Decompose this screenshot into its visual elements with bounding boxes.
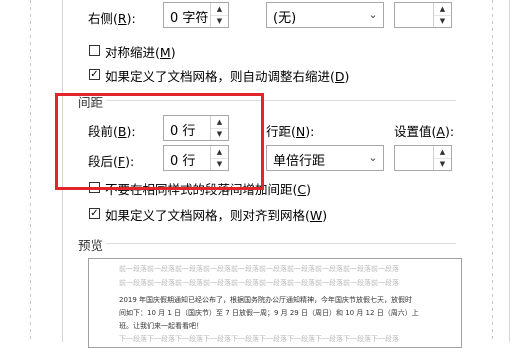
- document-background-left: [0, 0, 62, 340]
- spin-down-icon[interactable]: ▼: [434, 158, 451, 170]
- right-indent-spinner[interactable]: 0 字符 ▲ ▼: [163, 2, 229, 28]
- preview-section-title: 预览: [78, 238, 104, 253]
- line-spacing-label: 行距(N):: [266, 124, 315, 139]
- auto-adjust-checkbox[interactable]: ✓: [89, 69, 100, 80]
- at-label: 设置值(A):: [394, 124, 455, 139]
- snap-to-grid-checkbox[interactable]: ✓: [89, 208, 100, 219]
- preview-body-line: 2019 年国庆假期通知已经公布了，根据国务院办公厅通知精神，今年国庆节放假七天…: [119, 296, 413, 304]
- right-indent-value[interactable]: 0 字符: [170, 7, 208, 26]
- spin-down-icon[interactable]: ▼: [211, 15, 228, 27]
- auto-adjust-label: 如果定义了文档网格，则自动调整右缩进(D): [105, 69, 350, 84]
- line-spacing-value: 单倍行距: [273, 154, 326, 169]
- highlight-box: [55, 93, 264, 190]
- document-margin-guide: [492, 0, 493, 340]
- preview-body-line: 间如下：10 月 1 日（国庆节）至 7 日放假一周；9 月 29 日（周日）和…: [119, 309, 419, 317]
- special-indent-value: (无): [273, 11, 297, 26]
- right-indent-label: 右侧(R):: [88, 11, 136, 26]
- indent-by-spinner[interactable]: ▲ ▼: [394, 2, 452, 28]
- section-divider: [106, 243, 456, 244]
- chevron-down-icon[interactable]: ⌄: [363, 3, 383, 27]
- paragraph-preview: 前一段落前一段落前一段落前一段落前一段落前一段落前一段落前一段落前一段落前一段落…: [88, 258, 462, 348]
- preview-previous-line: 前一段落前一段落前一段落前一段落前一段落前一段落前一段落前一段落前一段落前一段落: [119, 279, 399, 287]
- special-indent-select[interactable]: (无) ⌄: [266, 2, 384, 28]
- mirror-indents-label: 对称缩进(M): [105, 45, 176, 60]
- snap-to-grid-label: 如果定义了文档网格，则对齐到网格(W): [105, 208, 328, 223]
- preview-body-line: 班。让我们来一起看看吧！: [119, 322, 203, 330]
- line-spacing-at-spinner[interactable]: ▲ ▼: [394, 145, 452, 171]
- preview-previous-line: 前一段落前一段落前一段落前一段落前一段落前一段落前一段落前一段落前一段落前一段落: [119, 265, 399, 273]
- mirror-indents-checkbox[interactable]: [89, 45, 100, 56]
- chevron-down-icon[interactable]: ⌄: [363, 146, 383, 170]
- spin-down-icon[interactable]: ▼: [434, 15, 451, 27]
- line-spacing-select[interactable]: 单倍行距 ⌄: [266, 145, 384, 171]
